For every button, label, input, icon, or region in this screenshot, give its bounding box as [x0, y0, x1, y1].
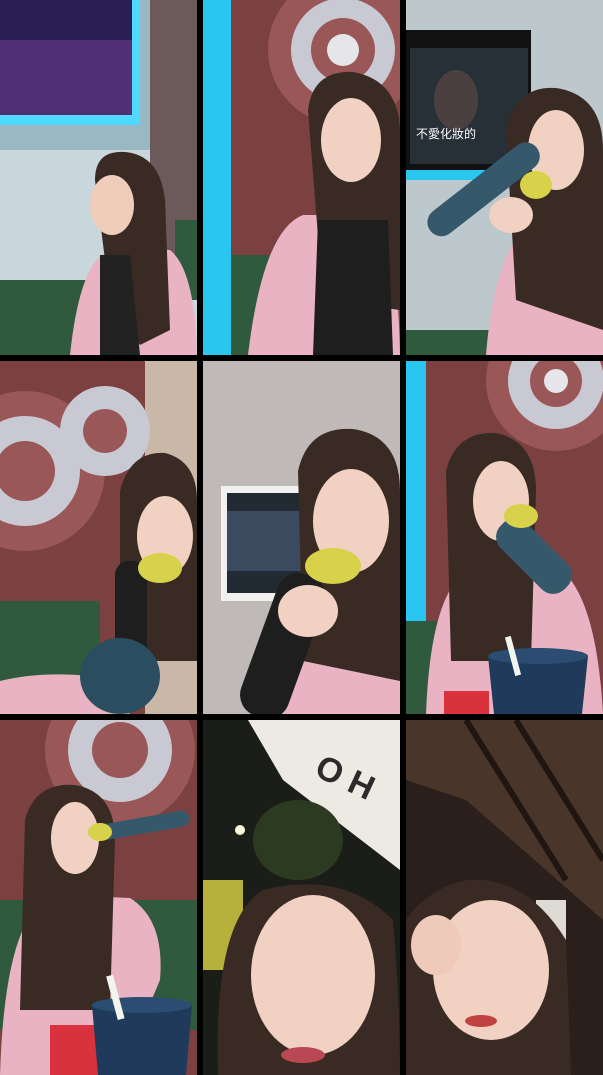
photo-outdoor-awning [406, 720, 603, 1075]
tile-singing-sofa-cup [0, 720, 197, 1075]
photo-singing-sofa-cup [0, 720, 197, 1075]
tv-lyrics-line: 不愛化妝的 [416, 126, 476, 141]
photo-outdoor-night-sign: O H [203, 720, 400, 1075]
photo-singing-wall-art [0, 361, 197, 714]
photo-karaoke-room-2 [203, 0, 400, 355]
tile-singing-wall-art [0, 361, 197, 714]
tile-singing-closeup-tv [203, 361, 400, 714]
tile-outdoor-awning [406, 720, 603, 1075]
tile-singing-with-cup [406, 361, 603, 714]
photo-singing-closeup-tv [203, 361, 400, 714]
photo-singing-tv-lyrics: 不愛化妝的 [406, 0, 603, 355]
video-collage: 不愛化妝的 O H [0, 0, 603, 1075]
tile-karaoke-room-1 [0, 0, 197, 355]
tile-outdoor-night-sign: O H [203, 720, 400, 1075]
photo-singing-with-cup [406, 361, 603, 714]
photo-karaoke-room-1 [0, 0, 197, 355]
tile-singing-tv-lyrics: 不愛化妝的 [406, 0, 603, 355]
tile-karaoke-room-2 [203, 0, 400, 355]
